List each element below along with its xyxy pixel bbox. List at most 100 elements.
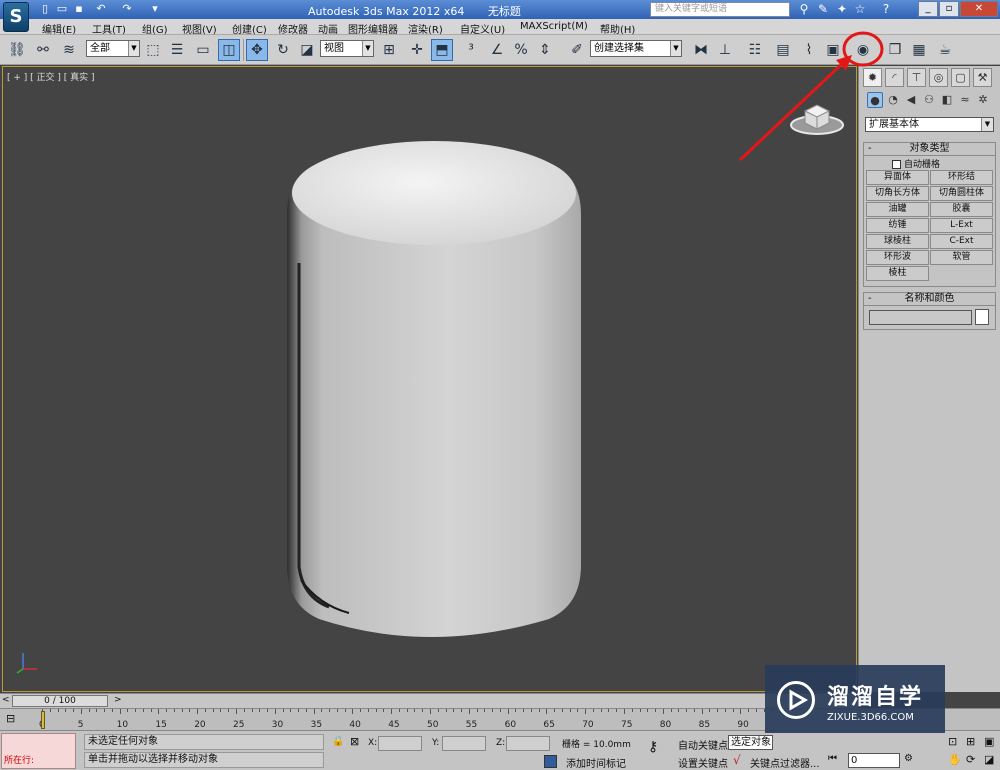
menu-modifiers[interactable]: 修改器 (278, 21, 308, 36)
menu-help[interactable]: 帮助(H) (600, 21, 635, 36)
hose-button[interactable]: 软管 (930, 250, 993, 265)
keyboard-shortcut-override-icon[interactable]: ⬒ (431, 39, 453, 61)
rectangular-selection-icon[interactable]: ▭ (192, 39, 214, 61)
hedra-button[interactable]: 异面体 (866, 170, 929, 185)
new-file-icon[interactable]: ▯ (38, 2, 52, 16)
spinner-snap-icon[interactable]: ⇕ (534, 39, 556, 61)
time-config-icon[interactable]: ⚙ (904, 753, 913, 764)
select-by-name-icon[interactable]: ☰ (166, 39, 188, 61)
select-manipulate-icon[interactable]: ✛ (406, 39, 428, 61)
reference-coordinate-dropdown[interactable]: 视图 ▼ (320, 40, 374, 57)
menu-rendering[interactable]: 渲染(R) (408, 21, 443, 36)
cameras-icon[interactable]: ⚇ (921, 92, 937, 108)
current-frame-field[interactable]: 0 (848, 753, 900, 768)
object-name-field[interactable] (869, 310, 972, 325)
binoculars-icon[interactable]: ⚲ (796, 2, 812, 17)
maximize-button[interactable]: ▫ (939, 1, 959, 17)
time-cursor[interactable] (41, 711, 45, 729)
y-coordinate-field[interactable] (442, 736, 486, 751)
key-filters-button[interactable]: 关键点过滤器... (750, 755, 820, 770)
time-slider[interactable]: < 0 / 100 > (0, 693, 858, 708)
select-object-icon[interactable]: ⬚ (142, 39, 164, 61)
gengon-button[interactable]: 球棱柱 (866, 234, 929, 249)
add-time-tag[interactable]: 添加时间标记 (566, 755, 626, 770)
time-tag-icon[interactable] (544, 755, 557, 768)
render-production-icon[interactable]: ☕ (934, 39, 956, 61)
select-rotate-icon[interactable]: ↻ (272, 39, 294, 61)
time-next-icon[interactable]: > (114, 695, 122, 705)
motion-tab-icon[interactable]: ◎ (929, 68, 948, 87)
undo-icon[interactable]: ↶ (94, 2, 108, 16)
time-prev-icon[interactable]: < (2, 695, 10, 705)
percent-snap-icon[interactable]: % (510, 39, 532, 61)
object-color-swatch[interactable] (975, 309, 989, 325)
rendered-frame-window-icon[interactable]: ▦ (908, 39, 930, 61)
autogrid-checkbox[interactable]: 自动栅格 (892, 157, 940, 170)
menu-maxscript[interactable]: MAXScript(M) (520, 21, 588, 32)
cylinder-object[interactable] (279, 135, 589, 645)
layer-manager-icon[interactable]: ☷ (744, 39, 766, 61)
name-color-header[interactable]: - 名称和颜色 (864, 293, 995, 306)
exchange-icon[interactable]: ✦ (834, 2, 850, 17)
pan-icon[interactable]: ✋ (948, 753, 962, 766)
shapes-icon[interactable]: ◔ (885, 92, 901, 108)
save-icon[interactable]: ▪ (72, 2, 86, 16)
c-ext-button[interactable]: C-Ext (930, 234, 993, 249)
schematic-view-icon[interactable]: ▣ (822, 39, 844, 61)
redo-icon[interactable]: ↷ (120, 2, 134, 16)
open-file-icon[interactable]: ▭ (55, 2, 69, 16)
pivot-center-icon[interactable]: ⊞ (378, 39, 400, 61)
oiltank-button[interactable]: 油罐 (866, 202, 929, 217)
menu-tools[interactable]: 工具(T) (92, 21, 126, 36)
ringwave-button[interactable]: 环形波 (866, 250, 929, 265)
chamfer-box-button[interactable]: 切角长方体 (866, 186, 929, 201)
menu-create[interactable]: 创建(C) (232, 21, 267, 36)
snaps-toggle-icon[interactable]: ³ (460, 39, 482, 61)
app-logo[interactable]: S (3, 2, 29, 32)
select-scale-icon[interactable]: ◪ (296, 39, 318, 61)
create-tab-icon[interactable]: ✹ (863, 68, 882, 87)
prism-button[interactable]: 棱柱 (866, 266, 929, 281)
lights-icon[interactable]: ◀ (903, 92, 919, 108)
material-editor-icon[interactable]: ◉ (852, 39, 874, 61)
close-button[interactable]: ✕ (960, 1, 998, 17)
graphite-ribbon-icon[interactable]: ▤ (772, 39, 794, 61)
menu-views[interactable]: 视图(V) (182, 21, 217, 36)
set-key-button[interactable]: 设置关键点 (678, 755, 728, 770)
quick-access-dropdown-icon[interactable]: ▾ (148, 2, 162, 16)
mirror-icon[interactable]: ⧓ (690, 39, 712, 61)
render-setup-icon[interactable]: ❒ (884, 39, 906, 61)
chamfer-cyl-button[interactable]: 切角圆柱体 (930, 186, 993, 201)
lock-selection-icon[interactable]: 🔒 (332, 736, 344, 747)
auto-key-button[interactable]: 自动关键点 (678, 737, 728, 752)
geometry-icon[interactable]: ● (867, 92, 883, 108)
modify-tab-icon[interactable]: ◜ (885, 68, 904, 87)
object-type-header[interactable]: - 对象类型 (864, 143, 995, 156)
menu-graph-editors[interactable]: 图形编辑器 (348, 21, 398, 36)
menu-group[interactable]: 组(G) (142, 21, 168, 36)
curve-editor-icon[interactable]: ⌇ (798, 39, 820, 61)
capsule-button[interactable]: 胶囊 (930, 202, 993, 217)
z-coordinate-field[interactable] (506, 736, 550, 751)
help-icon[interactable]: ? (878, 2, 894, 17)
l-ext-button[interactable]: L-Ext (930, 218, 993, 233)
named-selection-dropdown[interactable]: 创建选择集 ▼ (590, 40, 682, 57)
time-slider-thumb[interactable]: 0 / 100 (12, 695, 108, 707)
menu-animation[interactable]: 动画 (318, 21, 338, 36)
viewport-label[interactable]: [ + ] [ 正交 ] [ 真实 ] (7, 70, 95, 83)
display-tab-icon[interactable]: ▢ (951, 68, 970, 87)
wrench-icon[interactable]: ✎ (815, 2, 831, 17)
maxscript-listener[interactable]: 所在行: (1, 733, 76, 769)
space-warps-icon[interactable]: ≈ (957, 92, 973, 108)
hierarchy-tab-icon[interactable]: ⊤ (907, 68, 926, 87)
perspective-viewport[interactable]: [ + ] [ 正交 ] [ 真实 ] (2, 66, 857, 692)
key-mode-dropdown[interactable]: 选定对象 (728, 735, 773, 750)
utilities-tab-icon[interactable]: ⚒ (973, 68, 992, 87)
geometry-category-dropdown[interactable]: 扩展基本体 ▼ (865, 117, 994, 132)
field-of-view-icon[interactable]: ◪ (984, 753, 994, 766)
torus-knot-button[interactable]: 环形结 (930, 170, 993, 185)
minimize-button[interactable]: _ (918, 1, 938, 17)
edit-named-selection-icon[interactable]: ✐ (566, 39, 588, 61)
bind-space-warp-icon[interactable]: ≋ (58, 39, 80, 61)
window-crossing-icon[interactable]: ◫ (218, 39, 240, 61)
